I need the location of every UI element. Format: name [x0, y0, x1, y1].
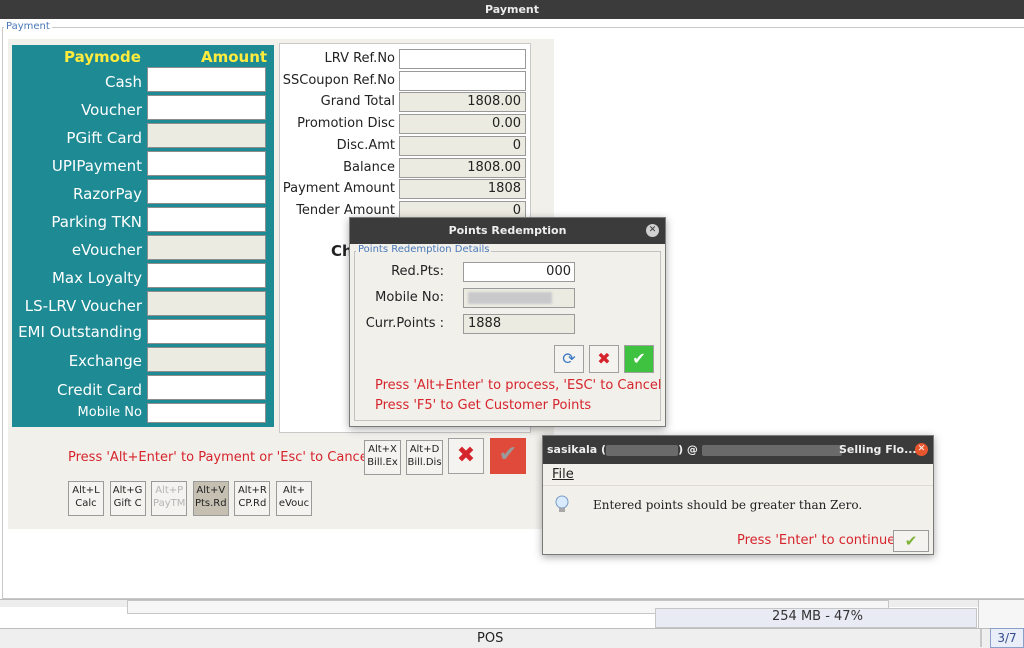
bill-discount-button[interactable]: Alt+D Bill.Dis: [406, 440, 443, 475]
paymode-label: Mobile No: [77, 405, 142, 420]
points-hint-f5: Press 'F5' to Get Customer Points: [375, 398, 592, 413]
summary-value: 1808.00: [399, 157, 526, 178]
mobile-label: Mobile No:: [375, 290, 444, 305]
paymode-amount-input[interactable]: [147, 179, 266, 204]
background-scroll: [978, 600, 1024, 628]
paymode-label: Parking TKN: [51, 213, 142, 231]
paymode-label: PGift Card: [66, 129, 142, 147]
paymode-amount-input: [147, 123, 266, 148]
paymode-amount-input[interactable]: [147, 151, 266, 176]
summary-label: SSCoupon Ref.No: [282, 72, 395, 88]
shortcut-button[interactable]: Alt+R CP.Rd: [234, 481, 271, 516]
summary-label: Disc.Amt: [336, 137, 395, 153]
summary-label: LRV Ref.No: [324, 51, 395, 66]
status-bar: [0, 628, 1024, 648]
paymode-amount-input[interactable]: [147, 403, 266, 423]
points-dialog-title: Points Redemption: [350, 218, 665, 244]
memory-usage: 254 MB - 47%: [772, 609, 863, 624]
paymode-amount-input[interactable]: [147, 95, 266, 120]
summary-label: Promotion Disc: [297, 116, 395, 132]
paymode-amount-input[interactable]: [147, 319, 266, 344]
summary-label: Payment Amount: [282, 181, 395, 197]
alert-dialog-title-right: Selling Flo...: [839, 443, 917, 456]
alert-dialog: sasikala () @ Selling Flo... ✕ File Ente…: [542, 435, 934, 555]
paymode-amount-input[interactable]: [147, 375, 266, 400]
alert-ok-button[interactable]: ✔: [893, 530, 929, 552]
red-pts-label: Red.Pts:: [391, 264, 444, 279]
paymode-label: UPIPayment: [51, 157, 142, 175]
continue-hint: Press 'Enter' to continue: [737, 533, 896, 548]
red-x-icon: ✖: [456, 443, 476, 468]
alert-message: Entered points should be greater than Ze…: [593, 498, 863, 512]
close-icon[interactable]: ✕: [915, 443, 928, 456]
curr-points-label: Curr.Points :: [365, 316, 444, 331]
points-hint-process: Press 'Alt+Enter' to process, 'ESC' to C…: [375, 378, 662, 393]
shortcut-button[interactable]: Alt+G Gift C: [109, 481, 146, 516]
page-indicator[interactable]: 3/7: [990, 628, 1024, 648]
curr-points-input: 1888: [463, 314, 575, 334]
redacted-host: [701, 444, 842, 456]
summary-value: 0: [399, 135, 526, 156]
status-divider: [980, 629, 982, 647]
payment-hint: Press 'Alt+Enter' to Payment or 'Esc' to…: [68, 450, 372, 465]
paymode-label: eVoucher: [71, 241, 142, 259]
summary-label: Tender Amount: [296, 202, 395, 218]
shortcut-button[interactable]: Alt+L Calc: [68, 481, 104, 516]
amount-header: Amount: [201, 48, 268, 66]
red-pts-input[interactable]: 000: [463, 262, 575, 282]
mobile-input: [463, 288, 575, 308]
refresh-button[interactable]: ⟳: [554, 345, 584, 373]
paymode-label: Exchange: [68, 352, 142, 370]
paymode-label: Voucher: [81, 101, 142, 119]
points-redemption-dialog: Points Redemption ✕ Points Redemption De…: [349, 217, 666, 427]
paymode-amount-input: [147, 235, 266, 260]
summary-value: 0.00: [399, 114, 526, 135]
paymode-label: RazorPay: [73, 185, 142, 203]
paymode-label: LS-LRV Voucher: [24, 297, 142, 315]
red-x-icon: ✖: [597, 349, 611, 368]
paymode-label: Cash: [105, 73, 142, 91]
shortcut-button[interactable]: Alt+ eVouc: [276, 481, 312, 516]
paymode-amount-input[interactable]: [147, 67, 266, 92]
paymode-header: Paymode: [64, 48, 141, 66]
paymode-amount-input: [147, 347, 266, 372]
status-app-name: POS: [477, 631, 504, 646]
redacted-mobile: [468, 292, 552, 304]
paymode-amount-input[interactable]: [147, 207, 266, 232]
paymode-label: EMI Outstanding: [18, 323, 142, 341]
points-confirm-button[interactable]: ✔: [624, 345, 654, 373]
summary-value: 1808: [399, 179, 526, 200]
checkmark-icon: ✔: [498, 442, 518, 467]
paymode-amount-input: [147, 291, 266, 316]
points-cancel-button[interactable]: ✖: [589, 345, 619, 373]
shortcut-button[interactable]: Alt+V Pts.Rd: [192, 481, 229, 516]
points-details-label: Points Redemption Details: [356, 244, 492, 255]
close-icon[interactable]: ✕: [646, 224, 659, 237]
payment-group-label: Payment: [4, 21, 52, 32]
summary-value: 1808.00: [399, 92, 526, 113]
summary-value[interactable]: [399, 70, 526, 91]
confirm-payment-button[interactable]: ✔: [490, 438, 526, 474]
shortcut-button[interactable]: Alt+P PayTM: [151, 481, 188, 516]
alert-menubar: [543, 464, 933, 486]
redacted-username: [606, 444, 679, 456]
paymode-amount-input[interactable]: [147, 263, 266, 288]
summary-label: Balance: [343, 159, 395, 175]
checkmark-icon: ✔: [632, 349, 646, 368]
summary-value[interactable]: [399, 49, 526, 69]
file-menu[interactable]: File: [552, 467, 574, 482]
lightbulb-icon: [554, 495, 570, 515]
window-title: Payment: [0, 0, 1024, 19]
summary-label: Grand Total: [320, 94, 395, 110]
checkmark-icon: ✔: [904, 532, 918, 550]
paymode-label: Max Loyalty: [51, 269, 142, 287]
cancel-button[interactable]: ✖: [448, 438, 484, 474]
bill-exchange-button[interactable]: Alt+X Bill.Ex: [364, 440, 401, 475]
refresh-icon: ⟳: [562, 349, 576, 368]
paymode-label: Credit Card: [57, 381, 142, 399]
